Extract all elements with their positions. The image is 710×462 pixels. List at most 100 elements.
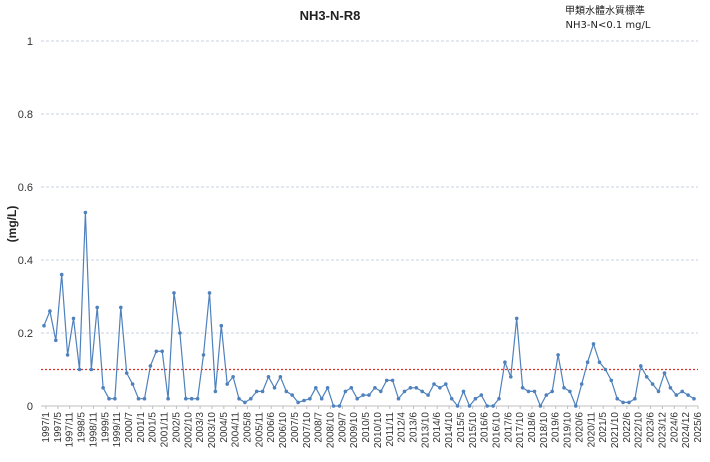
x-tick-label: 1997/1 (41, 412, 52, 443)
data-point (639, 364, 643, 368)
x-tick-label: 2014/10 (444, 412, 455, 449)
x-tick-label: 1999/11 (112, 412, 123, 448)
data-point (538, 404, 543, 408)
data-point (556, 353, 560, 357)
x-tick-label: 2002/10 (183, 412, 194, 449)
data-point (414, 386, 419, 390)
data-point (633, 396, 637, 401)
x-tick-label: 2017/10 (515, 412, 526, 449)
data-point (479, 393, 484, 397)
x-tick-label: 2005/8 (243, 412, 254, 443)
data-point (219, 323, 224, 328)
data-point (237, 396, 241, 401)
x-tick-label: 1997/5 (53, 412, 64, 443)
data-point (296, 400, 300, 405)
chart-title: NH3-N-R8 (300, 8, 361, 23)
x-tick-label: 2006/6 (266, 412, 277, 443)
data-point (101, 386, 105, 390)
data-point (195, 396, 200, 401)
data-point (231, 375, 235, 379)
data-point (603, 367, 608, 372)
data-point (514, 316, 519, 321)
data-point (77, 367, 82, 372)
data-point (384, 378, 389, 383)
data-point (113, 396, 117, 401)
x-tick-label: 2020/11 (586, 412, 597, 448)
y-tick-label: 1 (27, 36, 33, 48)
standard-note-line-2: NH3-N<0.1 mg/L (566, 20, 651, 31)
data-point (166, 396, 170, 401)
data-point (260, 389, 265, 394)
data-point (355, 396, 360, 401)
y-tick-label: 0.8 (18, 109, 33, 121)
data-point (497, 396, 501, 401)
data-point (674, 393, 679, 397)
y-tick-label: 0 (27, 401, 33, 413)
chart: NH3-N-R8 甲類水體水質標準 NH3-N<0.1 mg/L (mg/L) … (0, 0, 710, 462)
x-tick-label: 2023/6 (646, 412, 657, 443)
x-axis-ticks: 1997/1 1997/5 1997/11 1998/5 1998/11 1999/5 19… (41, 406, 704, 448)
data-point (136, 396, 141, 401)
data-point (343, 389, 348, 394)
x-tick-label: 2016/10 (491, 412, 502, 449)
data-point (438, 386, 442, 390)
data-point (491, 404, 495, 408)
x-tick-label: 2000/7 (124, 412, 135, 443)
data-point (686, 393, 690, 397)
data-point (503, 360, 507, 365)
data-point (426, 393, 430, 397)
data-point (337, 404, 342, 408)
x-tick-label: 2017/6 (503, 412, 514, 443)
data-point (574, 404, 578, 408)
x-tick-label: 2022/6 (622, 412, 633, 443)
x-tick-label: 2001/1 (136, 412, 147, 443)
data-point (130, 382, 135, 386)
data-point (83, 210, 88, 215)
x-tick-label: 2005/11 (254, 412, 265, 448)
data-point (325, 386, 330, 390)
x-tick-label: 2020/6 (574, 412, 585, 443)
data-point (390, 378, 395, 383)
data-point (178, 331, 182, 335)
data-point (509, 375, 513, 379)
data-point (467, 404, 472, 408)
data-point (42, 323, 46, 328)
data-point (290, 393, 295, 397)
data-point (331, 404, 336, 408)
data-point (314, 386, 318, 390)
data-point (396, 396, 401, 401)
data-point (526, 389, 531, 394)
data-point (562, 386, 566, 390)
data-point (65, 353, 70, 357)
x-tick-label: 2012/4 (397, 412, 408, 443)
y-tick-label: 0.6 (18, 182, 33, 194)
x-tick-label: 2010/10 (373, 412, 384, 449)
x-tick-label: 2018/6 (527, 412, 538, 443)
data-point (656, 389, 661, 394)
data-point (284, 389, 289, 394)
data-point (680, 389, 684, 394)
data-point (95, 305, 99, 310)
x-tick-label: 2013/6 (408, 412, 419, 443)
data-point (71, 316, 76, 321)
x-tick-label: 2014/6 (432, 412, 443, 443)
data-point (568, 389, 572, 394)
data-point (420, 389, 425, 394)
data-point (544, 393, 549, 397)
data-point (172, 291, 176, 295)
data-point (615, 396, 619, 401)
data-point (455, 404, 460, 408)
data-point (54, 338, 58, 343)
x-tick-label: 1999/5 (100, 412, 111, 443)
data-point (662, 371, 667, 375)
x-tick-label: 2002/5 (171, 412, 182, 443)
data-point (650, 382, 655, 386)
data-point (249, 396, 253, 401)
x-tick-label: 2024/12 (681, 412, 692, 449)
x-tick-label: 2009/10 (349, 412, 360, 449)
data-point (520, 386, 525, 390)
data-point (142, 396, 147, 401)
x-tick-label: 2022/10 (634, 412, 645, 449)
data-point (213, 389, 218, 394)
x-tick-label: 2021/5 (598, 412, 609, 443)
